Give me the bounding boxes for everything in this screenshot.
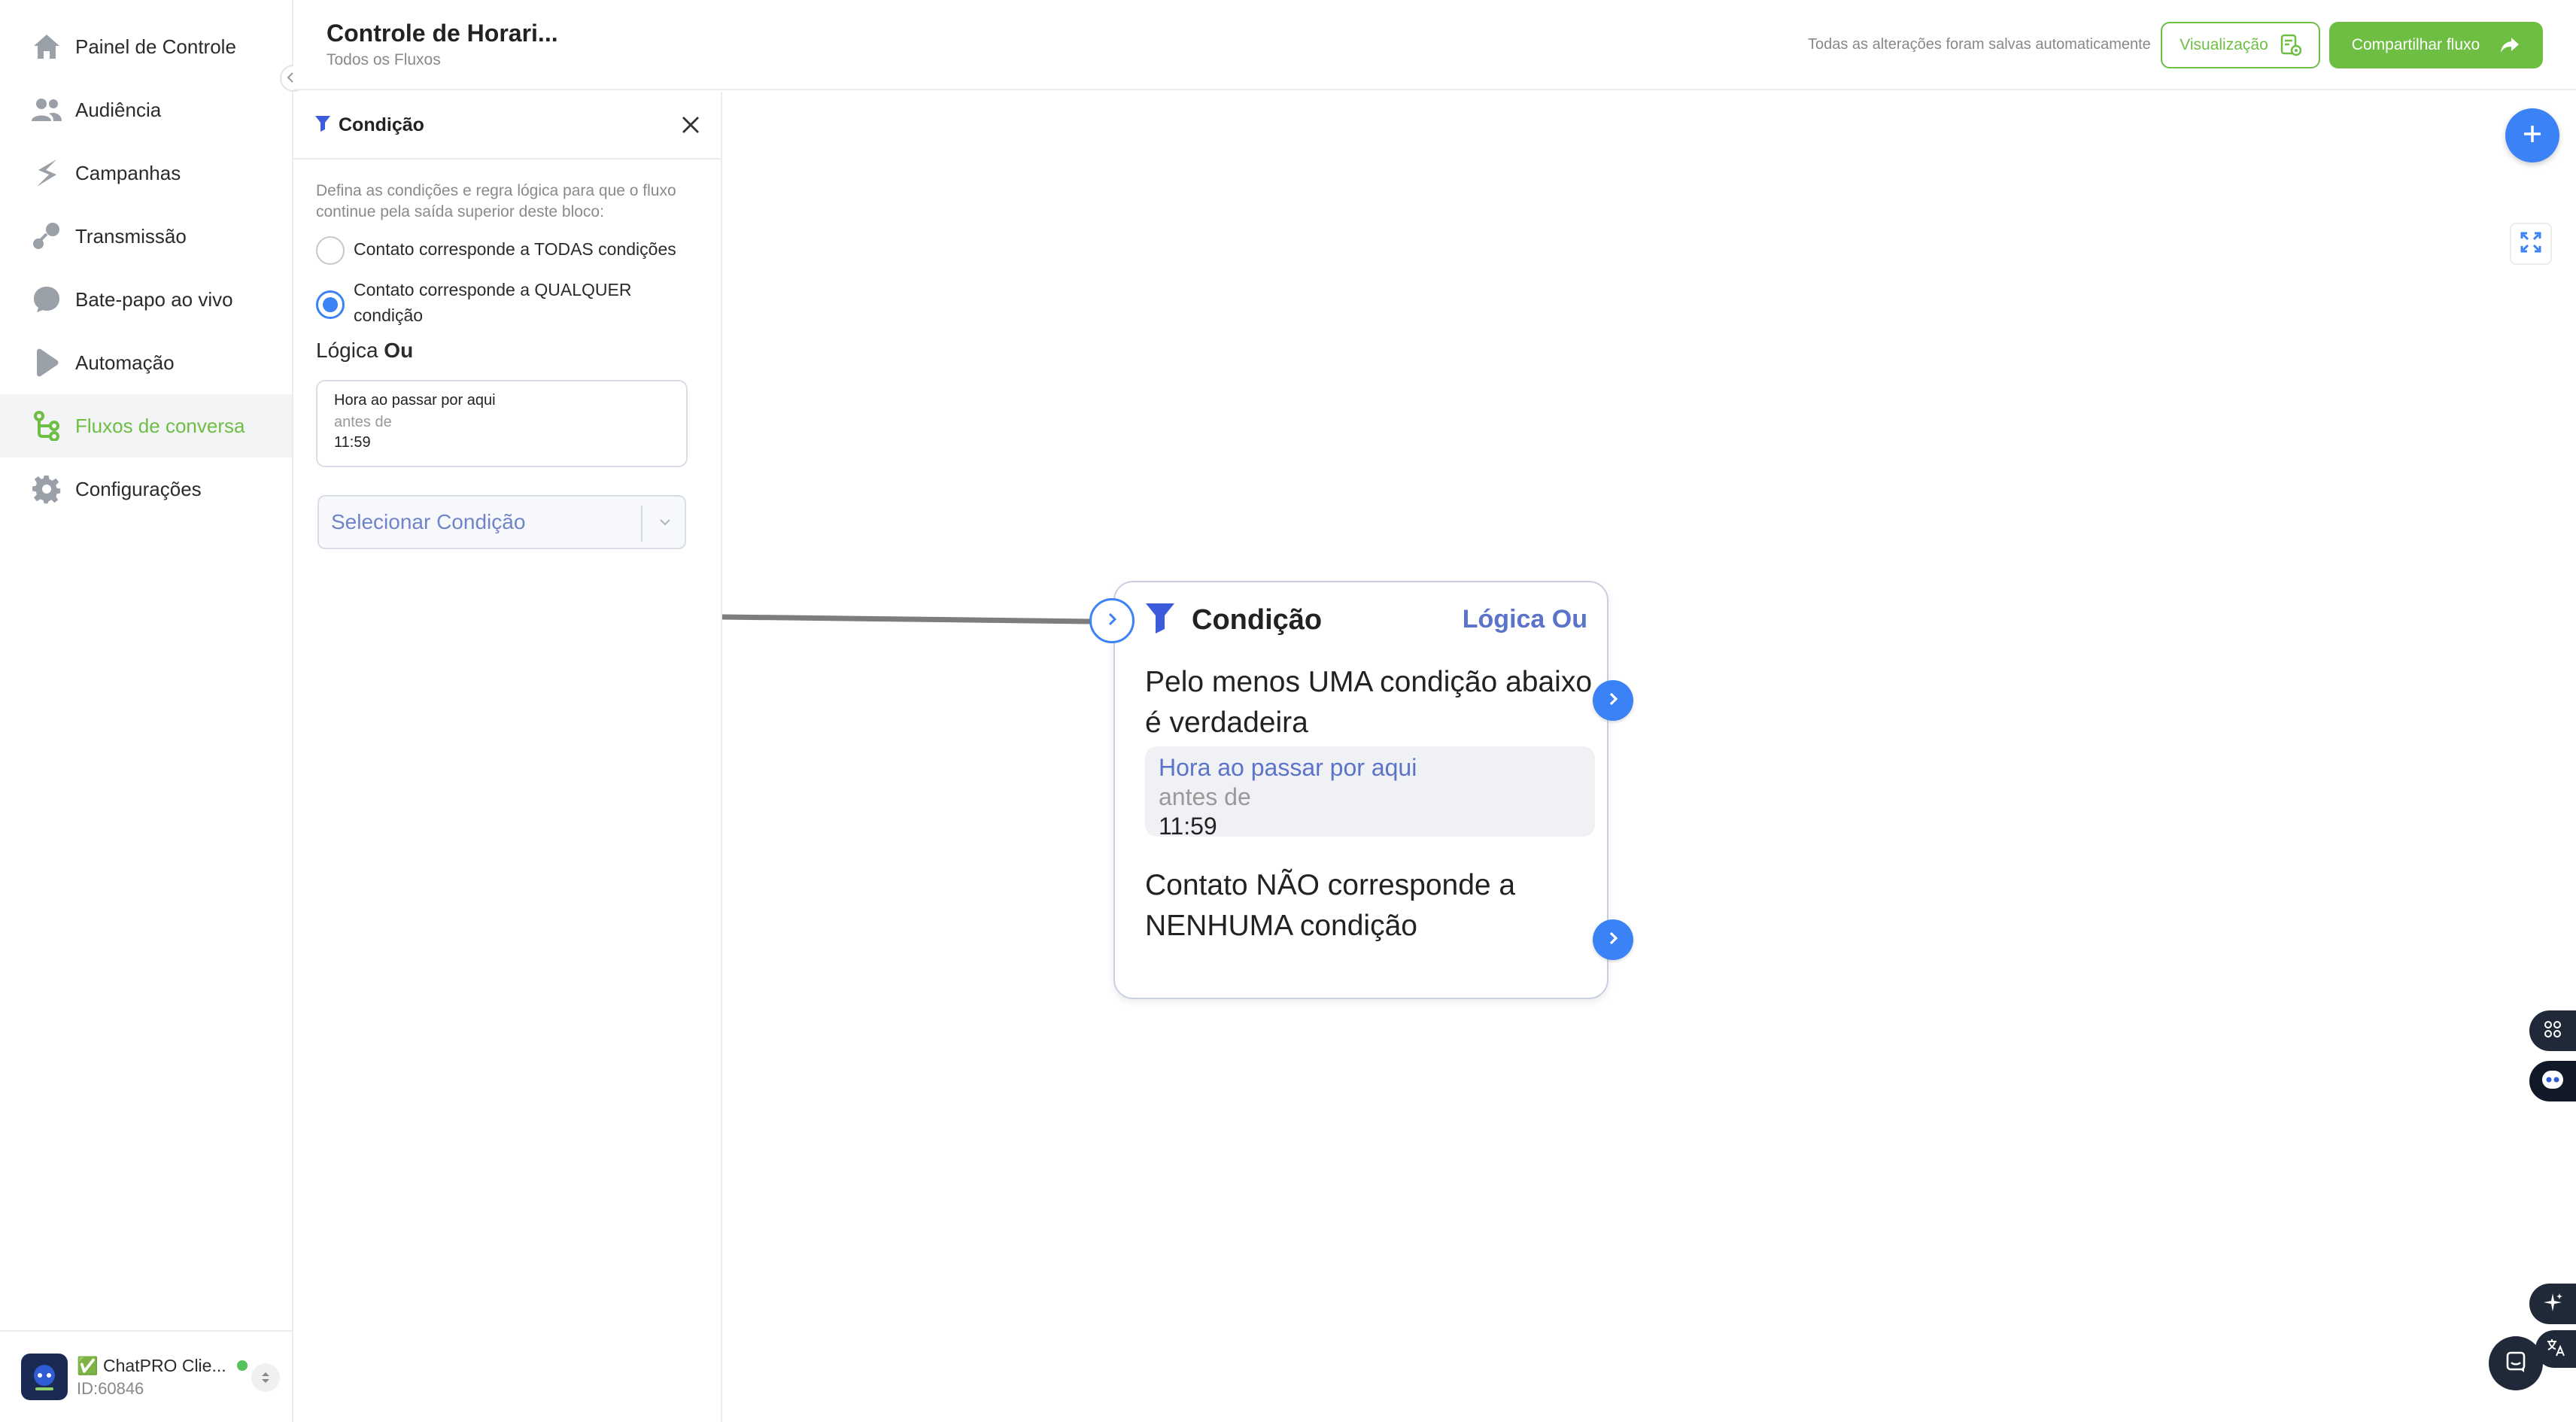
chat-bubble-icon xyxy=(2504,1350,2528,1378)
node-condition-value: 11:59 xyxy=(1159,813,1217,840)
account-name: ✅ ChatPRO Clie... xyxy=(77,1355,226,1375)
node-input-port[interactable] xyxy=(1089,598,1135,643)
panel-title: Condição xyxy=(339,114,424,135)
condition-operator: antes de xyxy=(334,414,392,430)
chevron-down-icon xyxy=(656,513,674,531)
preview-button[interactable]: Visualização xyxy=(2161,22,2320,68)
sparkle-icon xyxy=(2542,1292,2563,1317)
chevron-right-icon xyxy=(1104,611,1119,631)
share-button-label: Compartilhar fluxo xyxy=(2351,36,2480,53)
bot-icon xyxy=(2540,1068,2565,1095)
node-output-port-true[interactable] xyxy=(1593,680,1633,721)
assistant-widget-button[interactable] xyxy=(2529,1061,2576,1101)
sidebar-nav: Painel de Controle Audiência Campanhas T… xyxy=(0,15,292,521)
sidebar-item-automacao[interactable]: Automação xyxy=(0,331,292,394)
sidebar-item-label: Automação xyxy=(75,351,175,374)
expand-icon xyxy=(2520,231,2542,257)
select-condition-placeholder: Selecionar Condição xyxy=(331,510,526,533)
sidebar-item-label: Bate-papo ao vivo xyxy=(75,287,233,311)
preview-button-label: Visualização xyxy=(2180,36,2268,53)
panel-header: Condição xyxy=(293,92,721,160)
sidebar: Painel de Controle Audiência Campanhas T… xyxy=(0,0,293,1422)
share-flow-button[interactable]: Compartilhar fluxo xyxy=(2329,22,2543,68)
node-output-port-false[interactable] xyxy=(1593,919,1633,960)
node-condition-item[interactable]: Hora ao passar por aqui antes de 11:59 xyxy=(1145,746,1595,840)
account-avatar xyxy=(21,1354,68,1400)
sidebar-item-bate-papo[interactable]: Bate-papo ao vivo xyxy=(0,268,292,331)
fit-view-button[interactable] xyxy=(2510,223,2552,265)
option-all-label: Contato corresponde a TODAS condições xyxy=(354,239,676,259)
share-icon xyxy=(2499,36,2520,54)
support-chat-button[interactable] xyxy=(2489,1336,2543,1390)
home-icon xyxy=(30,30,63,63)
chat-icon xyxy=(30,283,63,316)
translate-icon xyxy=(2545,1338,2566,1361)
sidebar-item-transmissao[interactable]: Transmissão xyxy=(0,205,292,268)
sidebar-item-configuracoes[interactable]: Configurações xyxy=(0,457,292,521)
breadcrumb[interactable]: Todos os Fluxos xyxy=(327,51,441,69)
campaign-icon xyxy=(30,156,63,190)
logic-label: Lógica xyxy=(316,339,378,362)
plus-icon xyxy=(2521,123,2544,149)
filter-icon xyxy=(1145,602,1175,639)
ai-sparkle-button[interactable] xyxy=(2529,1284,2576,1324)
chevron-right-icon xyxy=(1605,691,1621,711)
account-switcher[interactable]: ✅ ChatPRO Clie... ID:60846 xyxy=(0,1330,292,1422)
dropdown-separator xyxy=(641,506,642,542)
sidebar-item-fluxos-de-conversa[interactable]: Fluxos de conversa xyxy=(0,394,292,457)
automation-icon xyxy=(30,346,63,379)
option-any-label: Contato corresponde a QUALQUER condição xyxy=(354,280,632,325)
gear-icon xyxy=(30,472,63,506)
condition-settings-panel: Condição Defina as condições e regra lóg… xyxy=(293,92,722,1422)
radio-any-condition[interactable] xyxy=(316,290,345,319)
translate-button[interactable] xyxy=(2535,1330,2576,1368)
filter-icon xyxy=(314,114,331,136)
flow-title[interactable]: Controle de Horari... xyxy=(327,20,558,47)
select-condition-dropdown[interactable]: Selecionar Condição xyxy=(317,495,686,549)
condition-node[interactable]: Condição Lógica Ou Pelo menos UMA condiç… xyxy=(1113,581,1608,999)
node-false-branch-text: Contato NÃO corresponde a NENHUMA condiç… xyxy=(1145,869,1516,942)
sidebar-item-label: Campanhas xyxy=(75,161,181,184)
apps-widget-button[interactable] xyxy=(2529,1010,2576,1051)
sidebar-item-audiencia[interactable]: Audiência xyxy=(0,78,292,141)
broadcast-icon xyxy=(30,220,63,253)
node-logic-badge: Lógica Ou xyxy=(1462,605,1587,634)
preview-icon xyxy=(2280,34,2301,56)
users-icon xyxy=(30,93,63,126)
condition-value: 11:59 xyxy=(334,434,371,451)
autosave-status: Todas as alterações foram salvas automat… xyxy=(1808,36,2151,53)
online-status-dot xyxy=(236,1360,248,1371)
node-condition-operator: antes de xyxy=(1159,783,1251,810)
sidebar-item-label: Fluxos de conversa xyxy=(75,414,245,437)
condition-field: Hora ao passar por aqui xyxy=(334,392,496,409)
node-title: Condição xyxy=(1192,604,1323,636)
option-any-condition[interactable]: Contato corresponde a QUALQUER condição xyxy=(316,277,692,328)
sidebar-item-label: Configurações xyxy=(75,477,202,500)
flow-canvas[interactable] xyxy=(722,92,2576,1422)
option-all-conditions[interactable]: Contato corresponde a TODAS condições xyxy=(316,236,676,265)
sidebar-item-painel-de-controle[interactable]: Painel de Controle xyxy=(0,15,292,78)
condition-card[interactable]: Hora ao passar por aqui antes de 11:59 xyxy=(316,380,688,467)
sidebar-item-label: Audiência xyxy=(75,98,162,121)
top-header: Controle de Horari... Todos os Fluxos To… xyxy=(293,0,2576,90)
node-true-branch-text: Pelo menos UMA condição abaixo é verdade… xyxy=(1145,666,1593,739)
sidebar-item-campanhas[interactable]: Campanhas xyxy=(0,141,292,205)
chevron-up-down-icon[interactable] xyxy=(251,1363,280,1392)
account-id: ID:60846 xyxy=(77,1378,144,1398)
add-block-button[interactable] xyxy=(2505,108,2559,163)
logic-value: Ou xyxy=(384,339,414,362)
radio-all-conditions[interactable] xyxy=(316,236,345,265)
node-condition-field: Hora ao passar por aqui xyxy=(1159,754,1417,781)
chevron-right-icon xyxy=(1605,930,1621,950)
panel-description: Defina as condições e regra lógica para … xyxy=(316,182,676,220)
sidebar-item-label: Painel de Controle xyxy=(75,35,236,58)
close-icon[interactable] xyxy=(677,111,704,138)
account-info: ✅ ChatPRO Clie... ID:60846 xyxy=(77,1356,248,1399)
logic-indicator: Lógica Ou xyxy=(316,339,413,363)
sidebar-item-label: Transmissão xyxy=(75,224,187,248)
command-icon xyxy=(2542,1019,2563,1044)
flow-icon xyxy=(30,409,63,442)
